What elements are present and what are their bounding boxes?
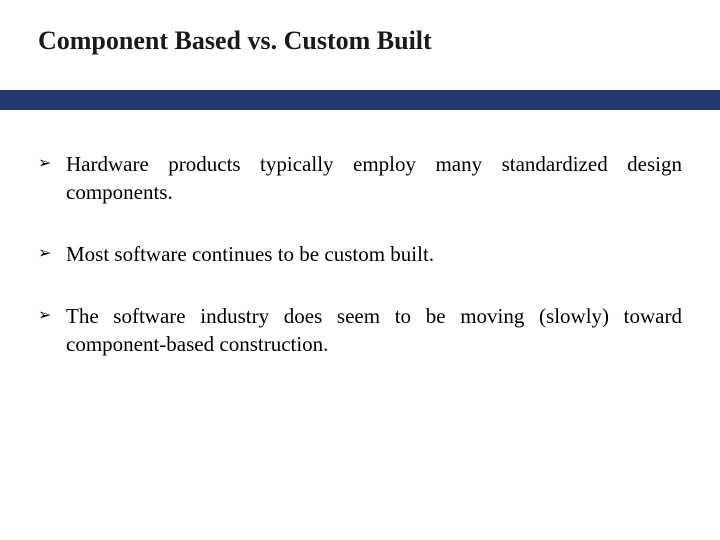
bullet-list: ➢ Hardware products typically employ man… <box>38 150 682 392</box>
list-item: ➢ The software industry does seem to be … <box>38 302 682 358</box>
divider-bar <box>0 90 720 110</box>
list-item: ➢ Hardware products typically employ man… <box>38 150 682 206</box>
bullet-text: The software industry does seem to be mo… <box>66 302 682 358</box>
triangle-bullet-icon: ➢ <box>38 240 66 268</box>
triangle-bullet-icon: ➢ <box>38 150 66 178</box>
triangle-bullet-icon: ➢ <box>38 302 66 330</box>
slide-title: Component Based vs. Custom Built <box>38 26 432 56</box>
bullet-text: Most software continues to be custom bui… <box>66 240 682 268</box>
list-item: ➢ Most software continues to be custom b… <box>38 240 682 268</box>
slide: Component Based vs. Custom Built ➢ Hardw… <box>0 0 720 540</box>
bullet-text: Hardware products typically employ many … <box>66 150 682 206</box>
